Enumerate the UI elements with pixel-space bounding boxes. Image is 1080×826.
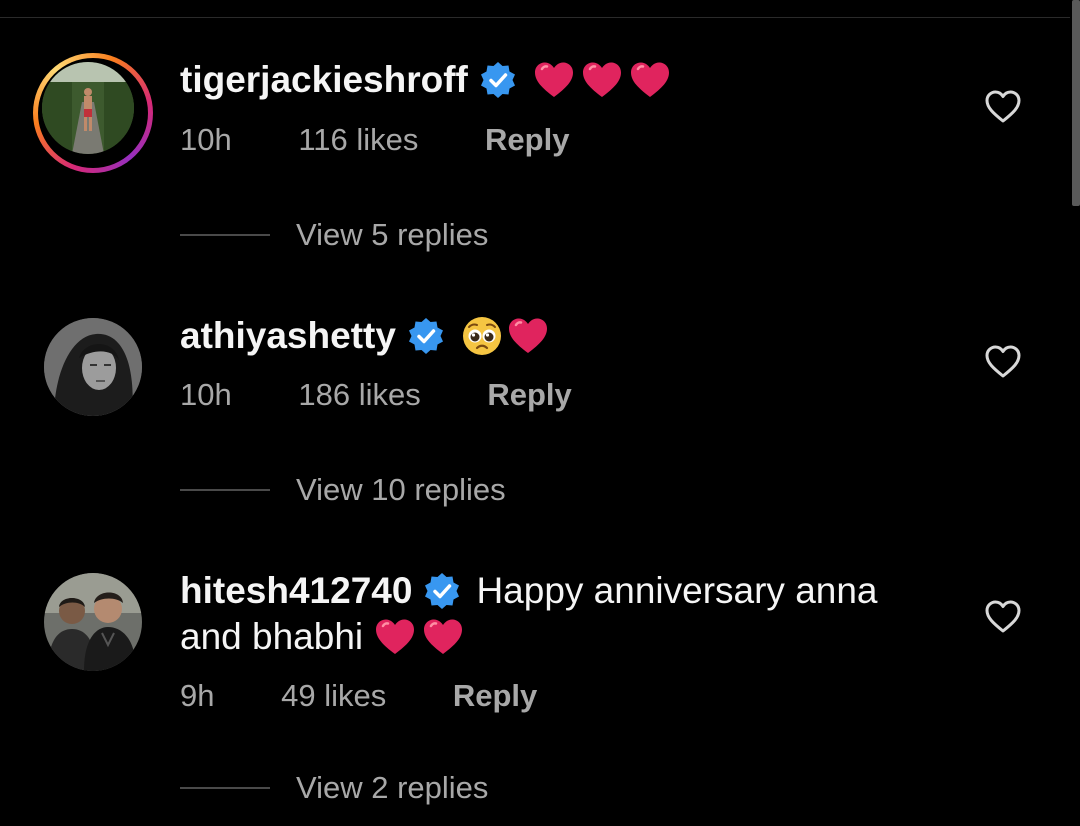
avatar-image xyxy=(42,62,134,154)
view-replies-button[interactable]: View 5 replies xyxy=(180,217,488,253)
comment-text: Happy anniversary anna xyxy=(476,570,878,611)
comment-text-continued: and bhabhi xyxy=(180,616,364,657)
comment-username[interactable]: tigerjackieshroff xyxy=(180,57,468,103)
comment-meta: 10h 186 likes Reply xyxy=(180,375,572,415)
verified-badge-icon xyxy=(480,62,515,98)
avatar-image xyxy=(44,318,142,416)
comment-username[interactable]: athiyashetty xyxy=(180,313,396,359)
replies-divider xyxy=(180,489,270,491)
avatar[interactable] xyxy=(44,318,142,416)
view-replies-button[interactable]: View 2 replies xyxy=(180,770,488,806)
heart-emoji-icon xyxy=(508,318,547,353)
comments-screen: tigerjackieshroff 10h 116 likes Reply Vi… xyxy=(0,0,1080,826)
comment-meta: 10h 116 likes Reply xyxy=(180,120,569,160)
comment-time: 10h xyxy=(180,377,232,412)
comment-time: 10h xyxy=(180,122,232,157)
replies-divider xyxy=(180,234,270,236)
heart-emoji-icon xyxy=(424,619,463,654)
replies-divider xyxy=(180,787,270,789)
heart-emoji-icon xyxy=(582,62,621,97)
comment-likes[interactable]: 116 likes xyxy=(298,120,418,160)
verified-badge-icon xyxy=(425,573,460,609)
comment-meta: 9h 49 likes Reply xyxy=(180,676,537,716)
reply-button[interactable]: Reply xyxy=(453,676,537,716)
view-replies-button[interactable]: View 10 replies xyxy=(180,472,506,508)
avatar-image xyxy=(44,573,142,671)
heart-emoji-icon xyxy=(630,62,669,97)
like-heart-icon[interactable] xyxy=(984,598,1022,636)
like-heart-icon[interactable] xyxy=(984,343,1022,381)
heart-emoji-icon xyxy=(376,619,415,654)
scrollbar[interactable] xyxy=(1072,0,1080,206)
reply-button[interactable]: Reply xyxy=(487,375,571,415)
comment-likes[interactable]: 186 likes xyxy=(298,375,420,415)
view-replies-label[interactable]: View 10 replies xyxy=(296,472,506,508)
verified-badge-icon xyxy=(408,318,443,354)
view-replies-label[interactable]: View 2 replies xyxy=(296,770,488,806)
like-heart-icon[interactable] xyxy=(984,88,1022,126)
pleading-face-emoji-icon xyxy=(462,317,501,355)
avatar[interactable] xyxy=(44,573,142,671)
heart-emoji-icon xyxy=(534,62,573,97)
reply-button[interactable]: Reply xyxy=(485,120,569,160)
avatar[interactable] xyxy=(33,53,153,173)
view-replies-label[interactable]: View 5 replies xyxy=(296,217,488,253)
top-divider xyxy=(0,17,1070,18)
comment-username[interactable]: hitesh412740 xyxy=(180,568,412,614)
comment-time: 9h xyxy=(180,678,215,713)
comment-likes[interactable]: 49 likes xyxy=(281,676,386,716)
